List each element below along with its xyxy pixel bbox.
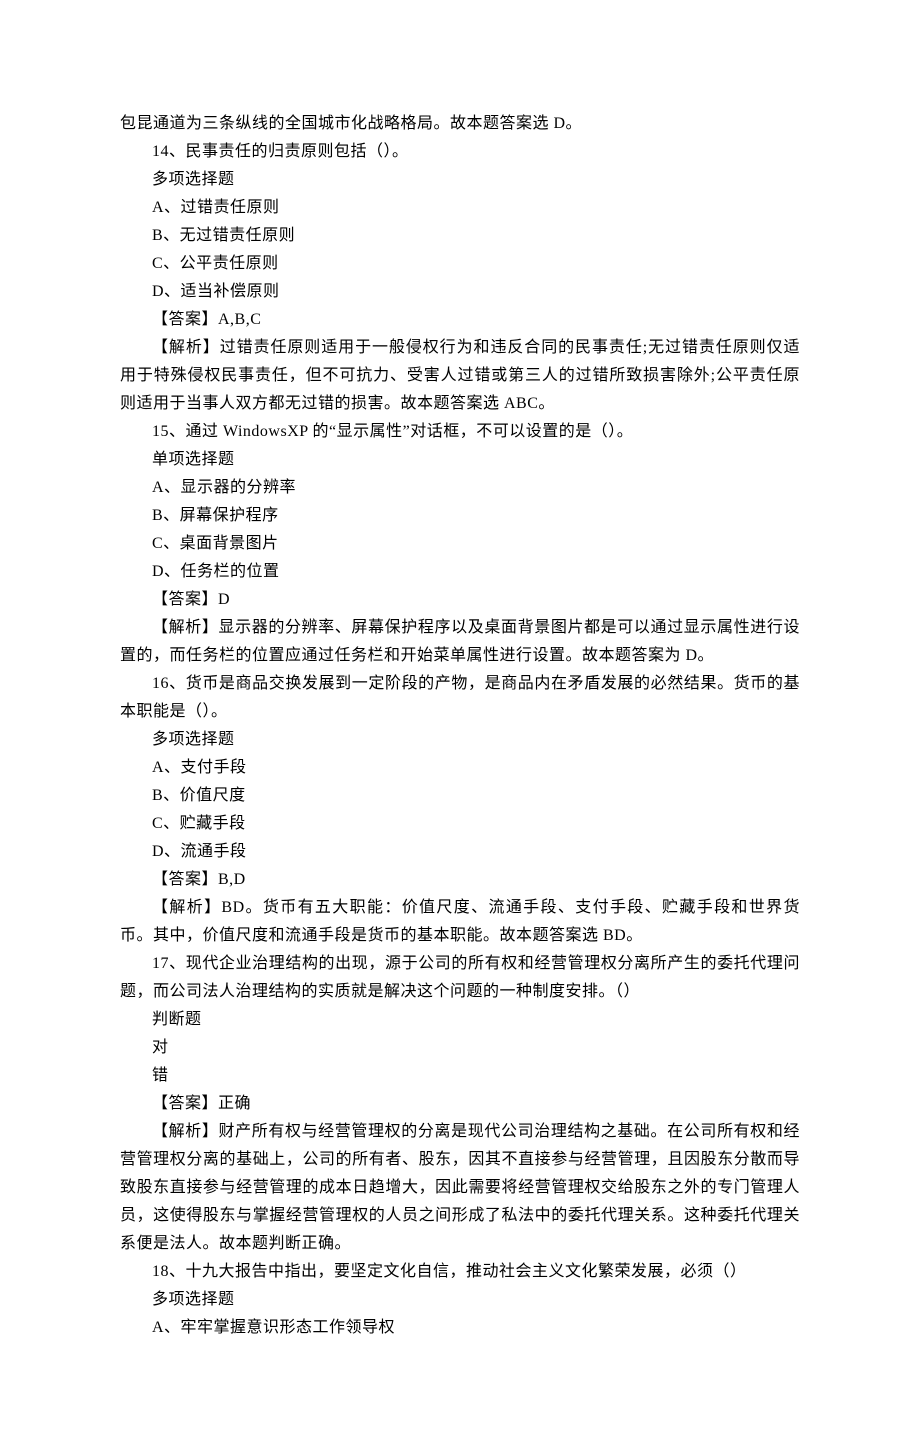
question-type: 多项选择题 — [120, 1286, 800, 1314]
option-a: A、支付手段 — [120, 754, 800, 782]
question-stem: 18、十九大报告中指出，要坚定文化自信，推动社会主义文化繁荣发展，必须（） — [120, 1258, 800, 1286]
question-type: 多项选择题 — [120, 726, 800, 754]
option-b: B、无过错责任原则 — [120, 222, 800, 250]
option-a: A、显示器的分辨率 — [120, 474, 800, 502]
option-d: D、适当补偿原则 — [120, 278, 800, 306]
option-a: A、过错责任原则 — [120, 194, 800, 222]
question-stem: 16、货币是商品交换发展到一定阶段的产物，是商品内在矛盾发展的必然结果。货币的基… — [120, 670, 800, 726]
question-stem: 14、民事责任的归责原则包括（）。 — [120, 138, 800, 166]
question-stem: 17、现代企业治理结构的出现，源于公司的所有权和经营管理权分离所产生的委托代理问… — [120, 950, 800, 1006]
question-type: 多项选择题 — [120, 166, 800, 194]
question-type: 判断题 — [120, 1006, 800, 1034]
option-d: D、流通手段 — [120, 838, 800, 866]
question-type: 单项选择题 — [120, 446, 800, 474]
option-a: A、牢牢掌握意识形态工作领导权 — [120, 1314, 800, 1342]
option-true: 对 — [120, 1034, 800, 1062]
answer: 【答案】B,D — [120, 866, 800, 894]
analysis: 【解析】显示器的分辨率、屏幕保护程序以及桌面背景图片都是可以通过显示属性进行设置… — [120, 614, 800, 670]
option-b: B、屏幕保护程序 — [120, 502, 800, 530]
analysis: 【解析】BD。货币有五大职能：价值尺度、流通手段、支付手段、贮藏手段和世界货币。… — [120, 894, 800, 950]
question-stem: 15、通过 WindowsXP 的“显示属性”对话框，不可以设置的是（）。 — [120, 418, 800, 446]
option-d: D、任务栏的位置 — [120, 558, 800, 586]
analysis: 【解析】财产所有权与经营管理权的分离是现代公司治理结构之基础。在公司所有权和经营… — [120, 1118, 800, 1258]
analysis: 【解析】过错责任原则适用于一般侵权行为和违反合同的民事责任;无过错责任原则仅适用… — [120, 334, 800, 418]
option-b: B、价值尺度 — [120, 782, 800, 810]
answer: 【答案】正确 — [120, 1090, 800, 1118]
body-text: 包昆通道为三条纵线的全国城市化战略格局。故本题答案选 D。 — [120, 110, 800, 138]
option-c: C、桌面背景图片 — [120, 530, 800, 558]
answer: 【答案】D — [120, 586, 800, 614]
option-c: C、贮藏手段 — [120, 810, 800, 838]
option-false: 错 — [120, 1062, 800, 1090]
answer: 【答案】A,B,C — [120, 306, 800, 334]
option-c: C、公平责任原则 — [120, 250, 800, 278]
document-page: 包昆通道为三条纵线的全国城市化战略格局。故本题答案选 D。 14、民事责任的归责… — [0, 0, 920, 1452]
